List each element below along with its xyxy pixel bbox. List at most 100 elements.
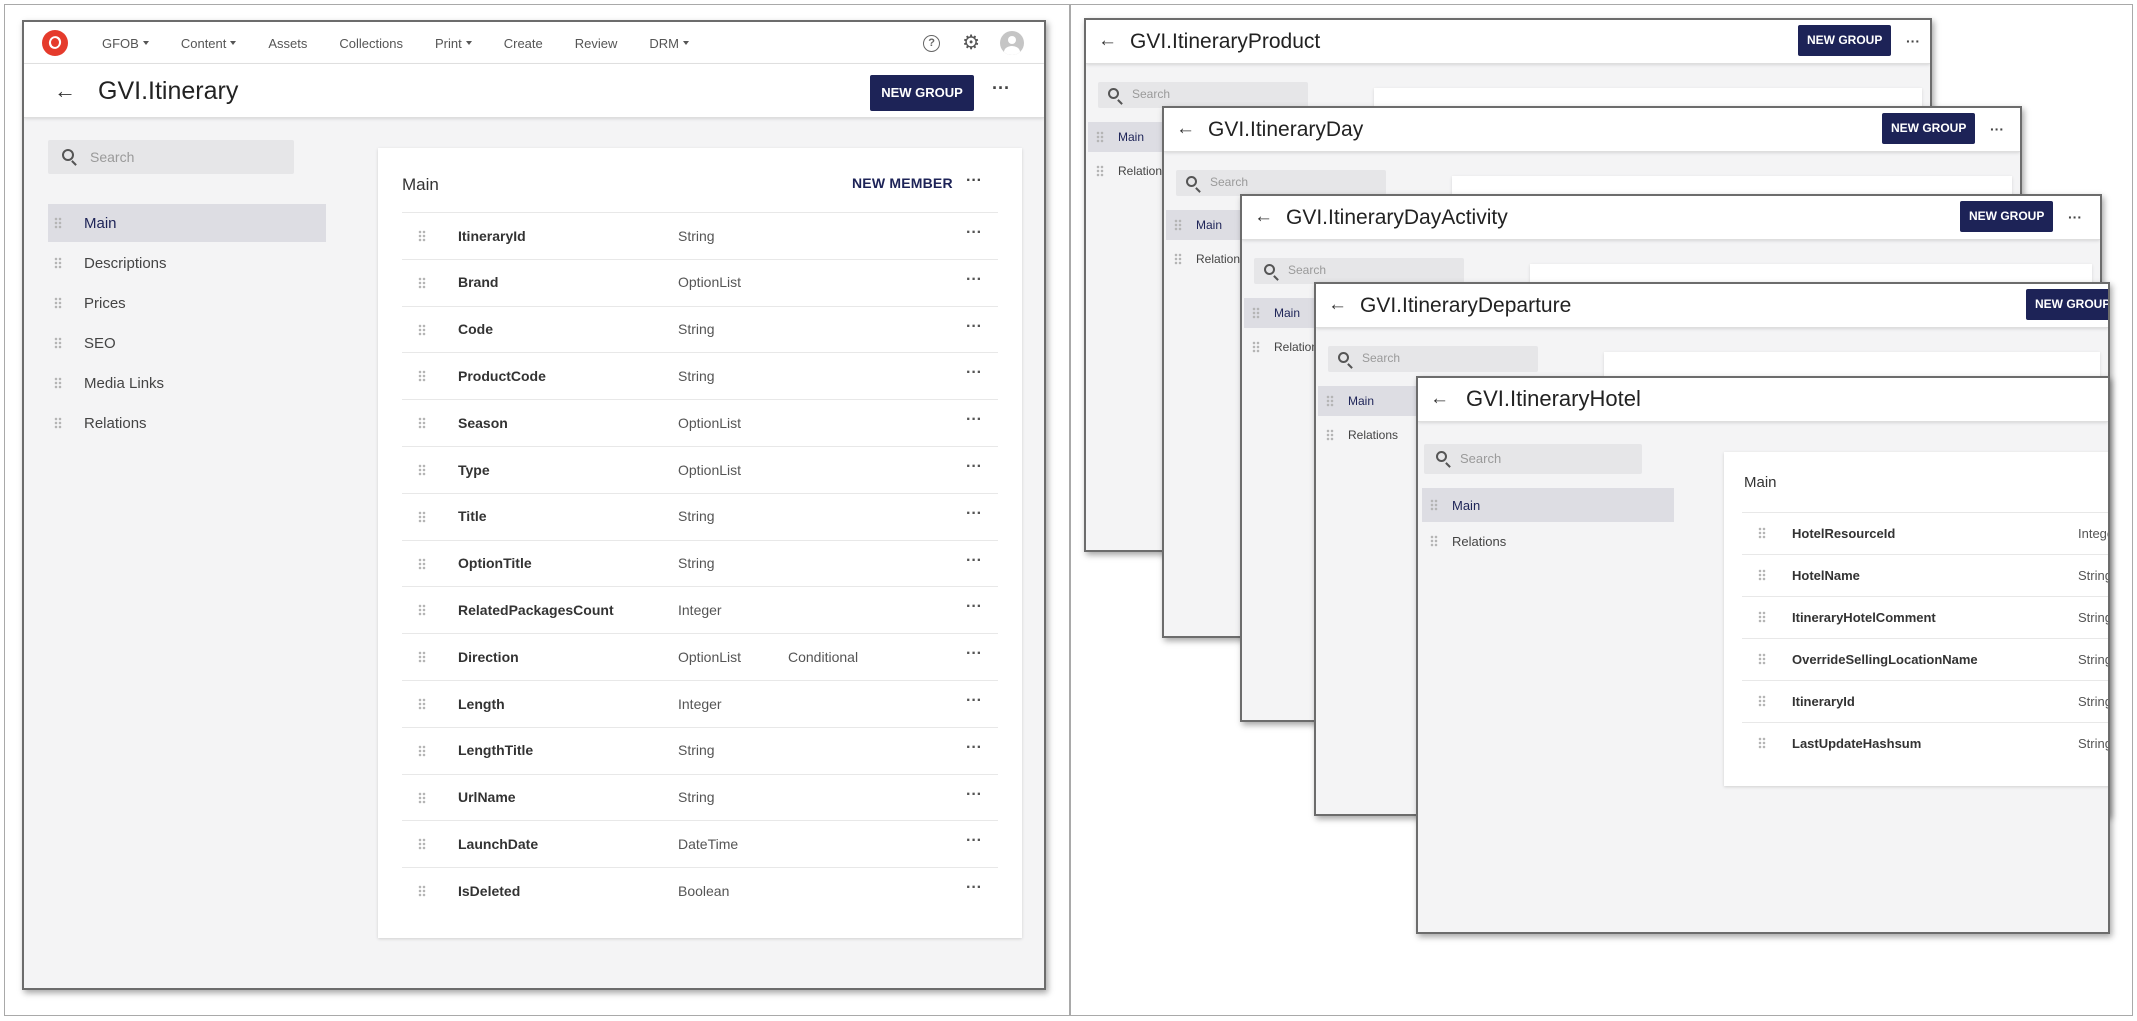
row-more-icon[interactable]: ··· [966, 271, 982, 287]
row-more-icon[interactable]: ··· [966, 318, 982, 334]
table-row[interactable]: Season OptionList ··· [402, 399, 998, 445]
more-options-icon[interactable]: ··· [992, 79, 1010, 97]
row-more-icon[interactable]: ··· [966, 833, 982, 849]
search-input[interactable]: Search [1254, 258, 1464, 284]
drag-handle-icon[interactable] [1252, 341, 1260, 353]
row-more-icon[interactable]: ··· [966, 365, 982, 381]
table-row[interactable]: HotelResourceId Integer [1742, 512, 2108, 554]
drag-handle-icon[interactable] [1758, 527, 1766, 539]
new-group-button[interactable]: NEW GROUP [1960, 201, 2054, 232]
row-more-icon[interactable]: ··· [966, 505, 982, 521]
sidebar-item-relations[interactable]: Relations [1422, 524, 1674, 558]
drag-handle-icon[interactable] [1758, 569, 1766, 581]
search-input[interactable]: Search [48, 140, 294, 174]
more-options-icon[interactable]: ··· [1906, 34, 1920, 48]
drag-handle-icon[interactable] [1430, 499, 1438, 511]
drag-handle-icon[interactable] [54, 377, 62, 389]
nav-item-drm[interactable]: DRM [649, 36, 689, 51]
table-row[interactable]: LaunchDate DateTime ··· [402, 820, 998, 866]
sidebar-item-main[interactable]: Main [1422, 488, 1674, 522]
drag-handle-icon[interactable] [1252, 307, 1260, 319]
back-arrow-icon[interactable]: ← [1430, 388, 1449, 410]
drag-handle-icon[interactable] [418, 838, 426, 851]
nav-item-review[interactable]: Review [575, 36, 618, 51]
table-row[interactable]: Title String ··· [402, 492, 998, 539]
row-more-icon[interactable]: ··· [966, 225, 982, 241]
drag-handle-icon[interactable] [418, 557, 426, 570]
app-logo[interactable] [42, 30, 68, 56]
drag-handle-icon[interactable] [54, 297, 62, 309]
table-row[interactable]: OverrideSellingLocationName String [1742, 638, 2108, 680]
sidebar-item-descriptions[interactable]: Descriptions [48, 244, 326, 282]
back-arrow-icon[interactable]: ← [1254, 206, 1273, 228]
row-more-icon[interactable]: ··· [966, 552, 982, 568]
drag-handle-icon[interactable] [418, 230, 426, 242]
avatar[interactable] [1000, 31, 1024, 55]
nav-item-content[interactable]: Content [181, 36, 237, 51]
table-row[interactable]: Direction OptionList Conditional ··· [402, 633, 998, 679]
drag-handle-icon[interactable] [1174, 253, 1182, 265]
search-input[interactable]: Search [1098, 82, 1308, 108]
nav-item-gfob[interactable]: GFOB [102, 36, 149, 51]
nav-item-collections[interactable]: Collections [339, 36, 403, 51]
new-group-button[interactable]: NEW GROUP [870, 75, 974, 111]
new-group-button[interactable]: NEW GROUP [1882, 113, 1976, 144]
drag-handle-icon[interactable] [54, 257, 62, 269]
drag-handle-icon[interactable] [418, 370, 426, 383]
drag-handle-icon[interactable] [418, 417, 426, 430]
sidebar-item-media-links[interactable]: Media Links [48, 364, 326, 402]
drag-handle-icon[interactable] [418, 885, 426, 898]
panel-more-icon[interactable]: ··· [966, 173, 982, 189]
nav-item-create[interactable]: Create [504, 36, 543, 51]
drag-handle-icon[interactable] [1326, 395, 1334, 407]
search-input[interactable]: Search [1176, 170, 1386, 196]
row-more-icon[interactable]: ··· [966, 412, 982, 428]
table-row[interactable]: ProductCode String ··· [402, 352, 998, 398]
drag-handle-icon[interactable] [418, 276, 426, 289]
table-row[interactable]: LengthTitle String ··· [402, 726, 998, 773]
table-row[interactable]: RelatedPackagesCount Integer ··· [402, 586, 998, 632]
table-row[interactable]: ItineraryId String ··· [402, 212, 998, 258]
drag-handle-icon[interactable] [418, 464, 426, 476]
back-arrow-icon[interactable]: ← [1098, 30, 1117, 52]
drag-handle-icon[interactable] [1174, 219, 1182, 231]
drag-handle-icon[interactable] [418, 698, 426, 710]
new-group-button[interactable]: NEW GROUP [2026, 289, 2108, 320]
row-more-icon[interactable]: ··· [966, 599, 982, 615]
drag-handle-icon[interactable] [418, 651, 426, 664]
back-arrow-icon[interactable]: ← [54, 80, 76, 102]
table-row[interactable]: ItineraryHotelComment String [1742, 596, 2108, 638]
more-options-icon[interactable]: ··· [1990, 122, 2004, 136]
sidebar-item-prices[interactable]: Prices [48, 284, 326, 322]
table-row[interactable]: ItineraryId String [1742, 680, 2108, 722]
drag-handle-icon[interactable] [418, 323, 426, 336]
drag-handle-icon[interactable] [1096, 131, 1104, 143]
back-arrow-icon[interactable]: ← [1328, 294, 1347, 316]
drag-handle-icon[interactable] [1758, 695, 1766, 707]
row-more-icon[interactable]: ··· [966, 786, 982, 802]
table-row[interactable]: Length Integer ··· [402, 680, 998, 726]
search-input[interactable]: Search [1328, 346, 1538, 372]
sidebar-item-main[interactable]: Main [48, 204, 326, 242]
table-row[interactable]: LastUpdateHashsum String [1742, 722, 2108, 764]
table-row[interactable]: HotelName String [1742, 554, 2108, 596]
drag-handle-icon[interactable] [54, 417, 62, 429]
gear-icon[interactable]: ⚙ [962, 33, 980, 53]
drag-handle-icon[interactable] [54, 217, 62, 229]
drag-handle-icon[interactable] [1758, 737, 1766, 749]
drag-handle-icon[interactable] [1758, 611, 1766, 623]
new-member-button[interactable]: NEW MEMBER [852, 175, 953, 191]
row-more-icon[interactable]: ··· [966, 739, 982, 755]
row-more-icon[interactable]: ··· [966, 880, 982, 896]
table-row[interactable]: UrlName String ··· [402, 773, 998, 820]
drag-handle-icon[interactable] [418, 791, 426, 804]
help-icon[interactable]: ? [923, 34, 941, 52]
table-row[interactable]: Brand OptionList ··· [402, 258, 998, 305]
drag-handle-icon[interactable] [418, 604, 426, 617]
search-input[interactable]: Search [1424, 444, 1642, 474]
new-group-button[interactable]: NEW GROUP [1798, 25, 1892, 56]
row-more-icon[interactable]: ··· [966, 693, 982, 709]
nav-item-assets[interactable]: Assets [268, 36, 307, 51]
drag-handle-icon[interactable] [1096, 165, 1104, 177]
more-options-icon[interactable]: ··· [2068, 210, 2082, 224]
